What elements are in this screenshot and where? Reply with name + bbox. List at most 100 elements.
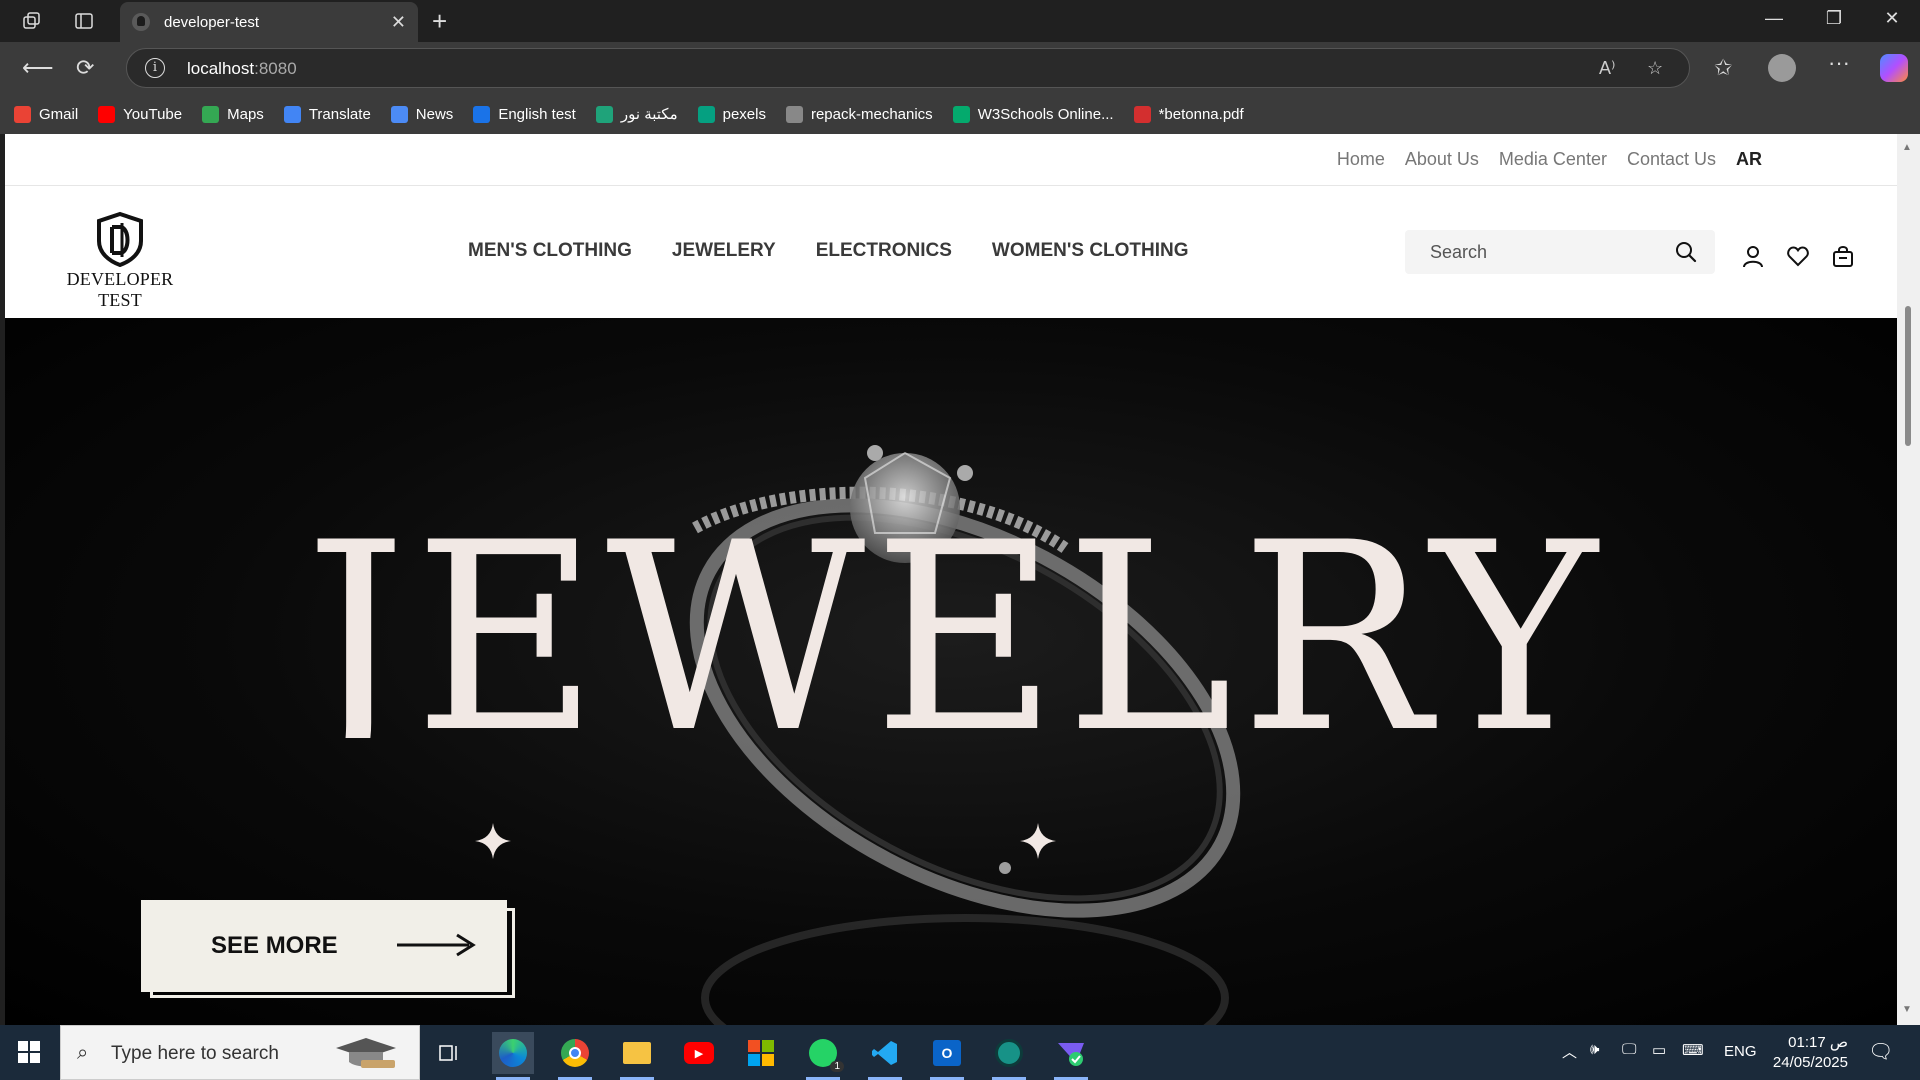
bookmark-item[interactable]: *betonna.pdf (1133, 105, 1244, 123)
page-scrollbar[interactable]: ▲ ▼ (1897, 134, 1920, 1025)
bookmark-favicon-icon (473, 105, 491, 123)
logo-text: DEVELOPER TEST (66, 269, 174, 310)
favorites-icon[interactable]: ✩ (1714, 55, 1732, 81)
copilot-icon[interactable] (1880, 54, 1908, 82)
wishlist-heart-icon[interactable] (1786, 244, 1810, 268)
site-logo[interactable]: DEVELOPER TEST (45, 211, 195, 311)
new-tab-icon[interactable]: + (432, 6, 447, 37)
outlook-taskbar-icon[interactable]: O (926, 1032, 968, 1080)
bookmark-item[interactable]: News (390, 105, 454, 123)
app-check-taskbar-icon[interactable] (1050, 1032, 1092, 1080)
clock-date: 24/05/2025 (1772, 1054, 1848, 1071)
gitkraken-taskbar-icon[interactable] (988, 1032, 1030, 1080)
hero-title-text: JEWELRY (305, 498, 1605, 738)
bookmark-label: W3Schools Online... (977, 105, 1114, 123)
bookmark-label: repack-mechanics (810, 105, 933, 123)
task-view-icon[interactable] (428, 1032, 470, 1074)
tab-actions-icon[interactable] (72, 9, 96, 33)
nav-link-contact[interactable]: Contact Us (1627, 149, 1716, 170)
bookmark-item[interactable]: Gmail (14, 105, 79, 123)
nav-link-about[interactable]: About Us (1405, 149, 1479, 170)
windows-taskbar: ⌕ Type here to search ▶ 1 O ︿ 🕪 🖵 ▭ ⌨ EN… (0, 1025, 1920, 1080)
input-language[interactable]: ENG (1724, 1043, 1757, 1060)
network-icon[interactable]: 🖵 (1622, 1041, 1636, 1058)
hero-banner: JEWELRY SEE MORE (5, 318, 1897, 1025)
bookmark-label: مكتبة نور (620, 106, 678, 123)
restore-icon[interactable]: ❐ (1814, 8, 1854, 29)
windows-start-icon[interactable] (18, 1041, 40, 1063)
window-close-icon[interactable]: ✕ (1872, 8, 1912, 29)
top-utility-nav: Home About Us Media Center Contact Us AR (5, 134, 1897, 186)
category-jewelery[interactable]: JEWELERY (672, 240, 776, 262)
volume-icon[interactable]: 🕪 (1590, 1041, 1599, 1058)
see-more-button[interactable]: SEE MORE (141, 900, 507, 992)
bookmark-favicon-icon (785, 105, 803, 123)
site-info-icon[interactable]: i (145, 58, 165, 78)
scroll-up-icon[interactable]: ▲ (1902, 142, 1912, 153)
graduation-cap-icon (336, 1038, 396, 1068)
notifications-icon[interactable]: 🗨 (1868, 1039, 1893, 1064)
url-field[interactable]: i localhost:8080 A⁾ ☆ (126, 48, 1690, 88)
edge-taskbar-icon[interactable] (492, 1032, 534, 1080)
bookmark-item[interactable]: repack-mechanics (785, 105, 933, 123)
bookmark-item[interactable]: English test (473, 105, 576, 123)
search-icon[interactable] (1675, 241, 1697, 263)
category-electronics[interactable]: ELECTRONICS (816, 240, 952, 262)
bookmark-label: Maps (227, 105, 264, 123)
bookmark-label: News (415, 105, 454, 123)
language-toggle[interactable]: AR (1736, 149, 1762, 170)
bookmark-item[interactable]: Maps (202, 105, 264, 123)
shopping-bag-icon[interactable] (1831, 244, 1855, 268)
bookmark-item[interactable]: W3Schools Online... (952, 105, 1114, 123)
refresh-icon[interactable]: ⟳ (76, 55, 94, 81)
bookmark-item[interactable]: Translate (283, 105, 371, 123)
bookmark-item[interactable]: YouTube (98, 105, 183, 123)
bookmarks-bar: Gmail YouTube Maps Translate News English tes… (0, 94, 1920, 134)
search-box (1405, 230, 1715, 274)
clock-time: 01:17 ص (1788, 1034, 1848, 1051)
tab-developer-test[interactable]: developer-test ✕ (120, 2, 418, 42)
tab-close-icon[interactable]: ✕ (391, 12, 406, 33)
search-input[interactable] (1405, 230, 1665, 274)
user-account-icon[interactable] (1741, 244, 1765, 268)
back-icon[interactable]: ⟵ (22, 55, 54, 81)
bookmark-favicon-icon (1133, 105, 1151, 123)
whatsapp-taskbar-icon[interactable]: 1 (802, 1032, 844, 1080)
favorite-star-icon[interactable]: ☆ (1647, 58, 1663, 79)
whatsapp-badge: 1 (830, 1061, 844, 1072)
category-mens-clothing[interactable]: MEN'S CLOTHING (468, 240, 632, 262)
scrollbar-thumb[interactable] (1905, 306, 1911, 446)
bookmark-item[interactable]: pexels (697, 105, 766, 123)
nav-link-media[interactable]: Media Center (1499, 149, 1607, 170)
profile-avatar[interactable] (1768, 54, 1796, 82)
system-clock[interactable]: 01:17 ص 24/05/2025 (1768, 1033, 1848, 1073)
bookmark-label: Gmail (39, 105, 79, 123)
bookmark-label: YouTube (123, 105, 183, 123)
hero-jewelry-title: JEWELRY (305, 498, 1605, 738)
address-bar: ⟵ ⟳ i localhost:8080 A⁾ ☆ ✩ ··· (0, 42, 1920, 94)
minimize-icon[interactable]: — (1754, 8, 1794, 29)
bookmark-favicon-icon (14, 105, 31, 123)
battery-icon[interactable]: ▭ (1652, 1041, 1666, 1059)
microsoft-store-icon[interactable] (740, 1032, 782, 1074)
bookmark-item[interactable]: مكتبة نور (595, 105, 678, 123)
read-aloud-icon[interactable]: A⁾ (1599, 58, 1615, 79)
sparkle-icon (1020, 823, 1056, 859)
show-hidden-icons[interactable]: ︿ (1562, 1041, 1577, 1062)
file-explorer-icon[interactable] (616, 1032, 658, 1080)
more-options-icon[interactable]: ··· (1828, 50, 1850, 76)
chrome-taskbar-icon[interactable] (554, 1032, 596, 1080)
taskbar-search[interactable]: ⌕ Type here to search (60, 1025, 420, 1080)
browser-tab-bar: developer-test ✕ + — ❐ ✕ (0, 0, 1920, 42)
nav-link-home[interactable]: Home (1337, 149, 1385, 170)
sparkle-icon (475, 823, 511, 859)
vscode-taskbar-icon[interactable] (864, 1032, 906, 1080)
scroll-down-icon[interactable]: ▼ (1902, 1004, 1912, 1015)
taskbar-search-icon: ⌕ (77, 1042, 89, 1064)
keyboard-icon[interactable]: ⌨ (1682, 1041, 1704, 1059)
category-womens-clothing[interactable]: WOMEN'S CLOTHING (992, 240, 1189, 262)
workspaces-icon[interactable] (20, 9, 44, 33)
bookmark-favicon-icon (697, 105, 715, 123)
youtube-taskbar-icon[interactable]: ▶ (678, 1032, 720, 1074)
bookmark-label: pexels (722, 105, 766, 123)
